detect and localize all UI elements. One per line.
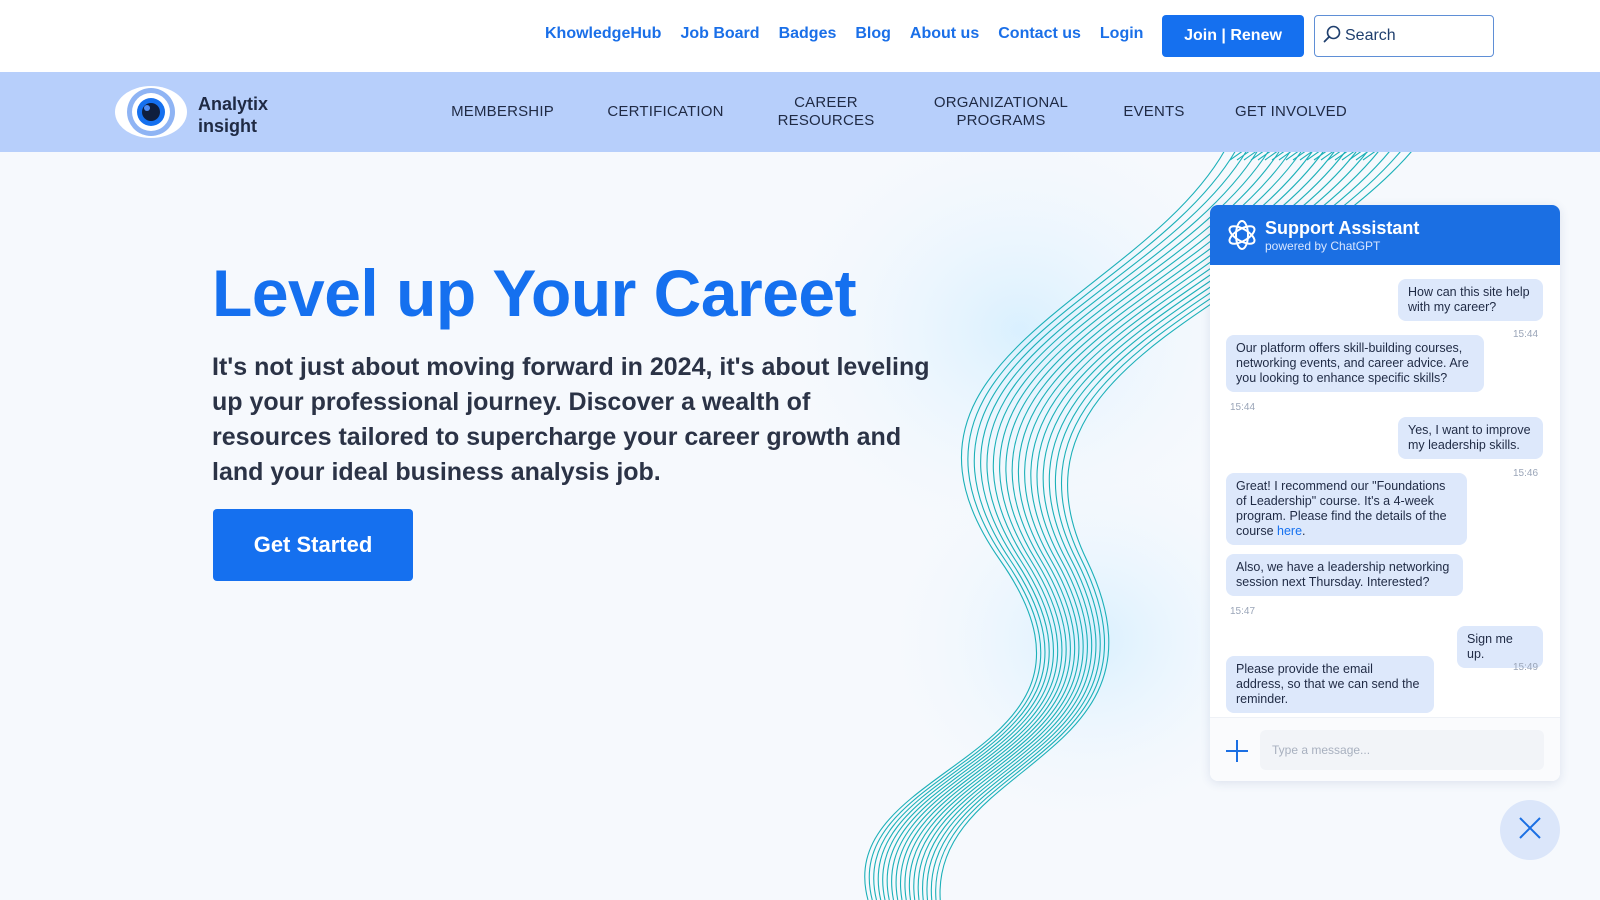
chat-widget: Support Assistant powered by ChatGPT How… (1210, 205, 1560, 781)
top-utility-bar: KhowledgeHub Job Board Badges Blog About… (0, 0, 1600, 72)
wave-line (868, 149, 1237, 900)
get-started-button[interactable]: Get Started (213, 509, 413, 581)
nav-label: PROGRAMS (956, 112, 1046, 129)
link-knowledgehub[interactable]: KhowledgeHub (545, 25, 661, 43)
chat-title: Support Assistant (1265, 218, 1420, 238)
message-time: 15:49 (1513, 662, 1539, 673)
nav-label: GET INVOLVED (1235, 103, 1347, 120)
nav-organizational-programs[interactable]: ORGANIZATIONAL PROGRAMS (920, 72, 1082, 152)
message-text: Great! I recommend our "Foundations of L… (1236, 479, 1447, 538)
bot-message: Great! I recommend our "Foundations of L… (1226, 473, 1467, 545)
wave-line (877, 149, 1259, 900)
message-text: Please provide the email address, so tha… (1236, 662, 1420, 706)
link-contact-us[interactable]: Contact us (998, 25, 1081, 43)
nav-events[interactable]: EVENTS (1118, 72, 1190, 152)
nav-membership[interactable]: MEMBERSHIP (440, 72, 565, 152)
hero-subtitle: It's not just about moving forward in 20… (212, 353, 930, 486)
user-message: Yes, I want to improve my leadership ski… (1398, 417, 1543, 459)
nav-get-involved[interactable]: GET INVOLVED (1226, 72, 1356, 152)
message-text: Sign me up. (1467, 632, 1513, 661)
link-blog[interactable]: Blog (855, 25, 891, 43)
wave-line (873, 149, 1248, 900)
link-login[interactable]: Login (1100, 25, 1144, 43)
brand-name-line2: insight (198, 115, 257, 136)
close-icon (1517, 815, 1543, 846)
chat-subtitle: powered by ChatGPT (1265, 239, 1381, 253)
nav-label: RESOURCES (777, 112, 875, 129)
link-badges[interactable]: Badges (779, 25, 837, 43)
search-input[interactable] (1345, 27, 1485, 45)
search-box[interactable] (1314, 15, 1494, 57)
brand-name-line1: Analytix (198, 93, 269, 114)
brand-logo[interactable]: Analytix insight (114, 84, 268, 145)
nav-label: EVENTS (1123, 103, 1185, 120)
message-time: 15:46 (1513, 468, 1539, 479)
nav-career-resources[interactable]: CAREER RESOURCES (766, 72, 886, 152)
message-time: 15:44 (1230, 402, 1256, 413)
message-time: 15:44 (1513, 329, 1539, 340)
brand-name: Analytix insight (198, 93, 268, 137)
message-input[interactable] (1260, 730, 1544, 770)
wave-line (864, 149, 1226, 900)
message-text: How can this site help with my career? (1408, 285, 1530, 314)
message-text: Also, we have a leadership networking se… (1236, 560, 1450, 589)
link-job-board[interactable]: Job Board (680, 25, 759, 43)
nav-label: CERTIFICATION (607, 103, 724, 120)
plus-icon[interactable] (1224, 738, 1250, 764)
user-message: How can this site help with my career? (1398, 279, 1543, 321)
course-link[interactable]: here (1277, 524, 1302, 538)
nav-label: ORGANIZATIONAL (933, 94, 1069, 111)
chat-close-button[interactable] (1500, 800, 1560, 860)
chat-composer (1210, 717, 1560, 781)
search-icon (1323, 25, 1341, 48)
bot-message: Our platform offers skill-building cours… (1226, 335, 1484, 392)
message-time: 15:47 (1230, 606, 1256, 617)
message-text: Yes, I want to improve my leadership ski… (1408, 423, 1531, 452)
hero-title: Level up Your Careet (212, 256, 857, 330)
eye-logo-icon (114, 84, 188, 145)
chat-header: Support Assistant powered by ChatGPT (1210, 205, 1560, 265)
top-links: KhowledgeHub Job Board Badges Blog About… (545, 25, 1162, 43)
nav-label: CAREER (794, 94, 858, 111)
chatgpt-icon (1224, 217, 1260, 258)
message-text: Our platform offers skill-building cours… (1236, 341, 1469, 385)
main-navigation: Analytix insight MEMBERSHIP CERTIFICATIO… (0, 72, 1600, 152)
chat-messages: How can this site help with my career? 1… (1210, 265, 1560, 717)
nav-certification[interactable]: CERTIFICATION (598, 72, 733, 152)
link-about-us[interactable]: About us (910, 25, 979, 43)
bot-message: Also, we have a leadership networking se… (1226, 554, 1463, 596)
message-text: . (1302, 524, 1306, 538)
bot-message: Please provide the email address, so tha… (1226, 656, 1434, 713)
nav-label: MEMBERSHIP (451, 103, 554, 120)
join-renew-button[interactable]: Join | Renew (1162, 15, 1304, 57)
